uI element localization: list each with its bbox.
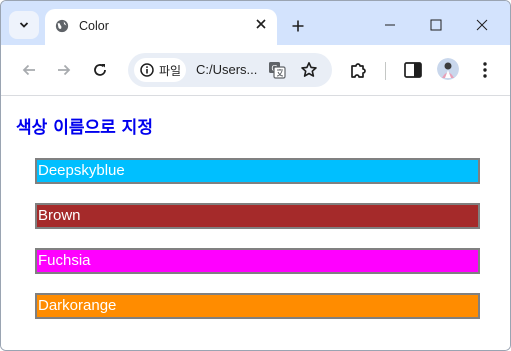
close-icon (256, 19, 266, 29)
browser-toolbar: 파일 C:/Users... G (1, 45, 510, 96)
kebab-menu-icon (483, 62, 487, 78)
maximize-icon (430, 19, 442, 31)
chevron-down-icon (19, 22, 29, 28)
reload-button[interactable] (89, 59, 111, 81)
new-tab-button[interactable] (288, 17, 308, 37)
tab-search-button[interactable] (9, 11, 39, 39)
arrow-left-icon (22, 64, 35, 76)
color-box-brown: Brown (35, 203, 480, 229)
back-button[interactable] (18, 59, 40, 81)
forward-button[interactable] (53, 59, 75, 81)
color-box-darkorange: Darkorange (35, 293, 480, 319)
maximize-button[interactable] (413, 13, 459, 37)
window-close-button[interactable] (459, 13, 505, 37)
site-info-chip[interactable]: 파일 (134, 58, 186, 82)
plus-icon (292, 20, 304, 32)
close-icon (476, 19, 488, 31)
minimize-button[interactable] (367, 13, 413, 37)
tab-strip: Color (1, 1, 510, 45)
avatar[interactable] (437, 58, 459, 80)
globe-icon (55, 19, 69, 33)
toolbar-divider (385, 62, 386, 80)
minimize-icon (385, 24, 395, 26)
color-box-deepskyblue: Deepskyblue (35, 158, 480, 184)
side-panel-icon[interactable] (403, 60, 423, 80)
translate-icon[interactable]: G (268, 61, 286, 79)
star-icon[interactable] (300, 61, 318, 79)
address-bar[interactable]: 파일 C:/Users... G (128, 53, 332, 87)
page-content: 색상 이름으로 지정 Deepskyblue Brown Fuchsia Dar… (1, 96, 510, 350)
info-icon (140, 63, 154, 77)
close-tab-button[interactable] (253, 18, 269, 34)
tab-active[interactable]: Color (45, 9, 277, 45)
puzzle-icon[interactable] (348, 59, 370, 81)
url-text[interactable]: C:/Users... (196, 62, 257, 77)
color-box-fuchsia: Fuchsia (35, 248, 480, 274)
profile-avatar-icon (437, 58, 459, 80)
page-heading: 색상 이름으로 지정 (16, 118, 153, 138)
arrow-right-icon (58, 64, 71, 76)
tab-title: Color (79, 19, 109, 33)
browser-menu-button[interactable] (475, 59, 495, 81)
site-info-label: 파일 (159, 63, 182, 78)
reload-icon (94, 64, 106, 76)
browser-window: Color 파일 C:/Users... 색상 이름으로 지정 Deepskyb… (0, 0, 511, 351)
